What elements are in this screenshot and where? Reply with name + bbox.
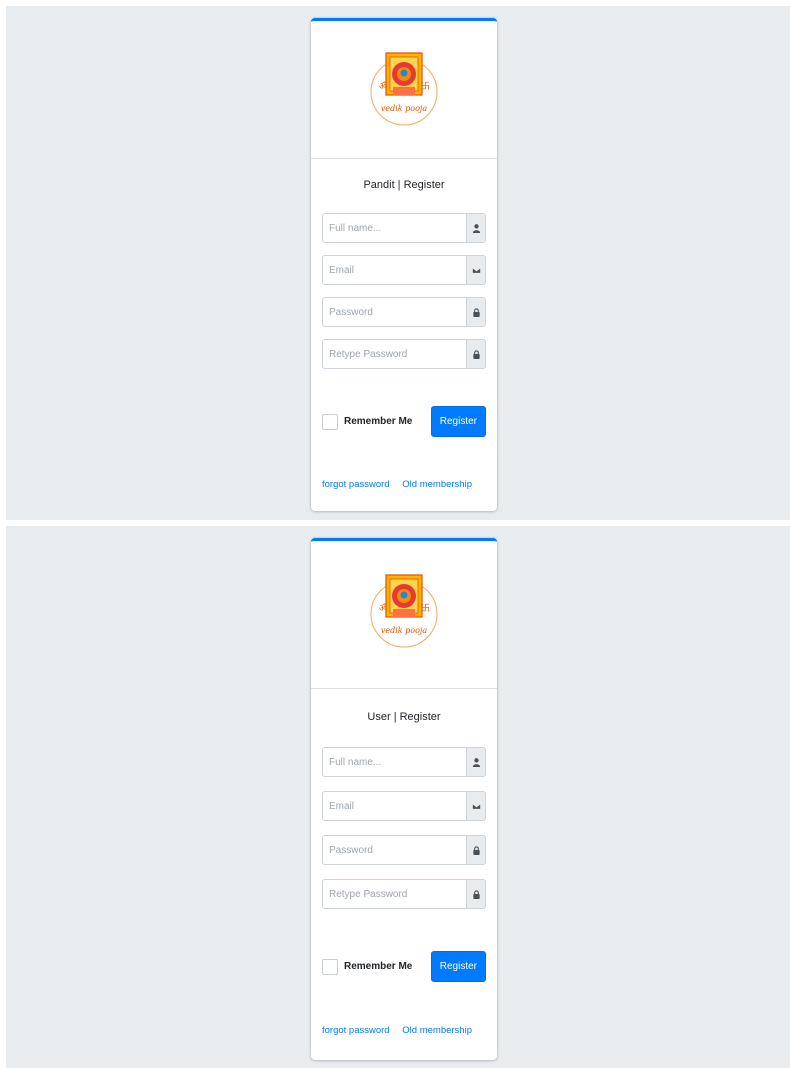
email-input[interactable] <box>322 255 466 285</box>
email-input[interactable] <box>322 791 466 821</box>
vedik-pooja-logo: ॐ 卐 vedik pooja <box>370 574 438 648</box>
form-title: Pandit | Register <box>363 179 445 191</box>
full-name-field <box>322 213 486 243</box>
vedik-pooja-logo: ॐ 卐 vedik pooja <box>370 52 438 126</box>
register-button[interactable]: Register <box>430 406 486 437</box>
full-name-input[interactable] <box>322 213 466 243</box>
logo-brand-text: vedik pooja <box>381 104 428 113</box>
email-field <box>322 255 486 285</box>
user-icon <box>466 213 486 243</box>
password-field <box>322 297 486 327</box>
om-symbol: ॐ <box>379 81 387 92</box>
old-membership-link[interactable]: Old membership <box>402 479 472 490</box>
password-field <box>322 835 486 865</box>
checkbox-box[interactable] <box>322 413 338 430</box>
lock-icon <box>466 297 486 327</box>
retype-password-field <box>322 879 486 909</box>
envelope-icon <box>466 791 486 821</box>
remember-me-label: Remember Me <box>344 416 413 427</box>
envelope-icon <box>466 255 486 285</box>
full-name-input[interactable] <box>322 747 466 777</box>
password-input[interactable] <box>322 297 466 327</box>
lock-icon <box>466 835 486 865</box>
lock-icon <box>466 339 486 369</box>
logo-brand-text: vedik pooja <box>381 626 428 635</box>
swastika-symbol: 卐 <box>421 603 430 614</box>
footer-links: forgot password Old membership <box>322 479 486 490</box>
lock-icon <box>466 879 486 909</box>
retype-password-input[interactable] <box>322 879 466 909</box>
footer-links: forgot password Old membership <box>322 1025 486 1036</box>
forgot-password-link[interactable]: forgot password <box>322 1025 390 1036</box>
om-symbol: ॐ <box>379 603 387 614</box>
remember-me-label: Remember Me <box>344 961 413 972</box>
remember-me-checkbox[interactable]: Remember Me <box>322 958 413 975</box>
form-actions: Remember Me Register <box>322 951 486 982</box>
user-icon <box>466 747 486 777</box>
old-membership-link[interactable]: Old membership <box>402 1025 472 1036</box>
form-actions: Remember Me Register <box>322 406 486 437</box>
retype-password-field <box>322 339 486 369</box>
user-register-panel: ॐ 卐 vedik pooja User | Register Remember <box>6 526 790 1068</box>
full-name-field <box>322 747 486 777</box>
logo-header: ॐ 卐 vedik pooja <box>311 21 497 159</box>
register-card: ॐ 卐 vedik pooja Pandit | Register Rememb… <box>311 18 497 511</box>
form-title: User | Register <box>367 711 441 723</box>
pandit-register-panel: ॐ 卐 vedik pooja Pandit | Register Rememb… <box>6 6 790 520</box>
forgot-password-link[interactable]: forgot password <box>322 479 390 490</box>
remember-me-checkbox[interactable]: Remember Me <box>322 413 413 430</box>
email-field <box>322 791 486 821</box>
checkbox-box[interactable] <box>322 958 338 975</box>
password-input[interactable] <box>322 835 466 865</box>
register-button[interactable]: Register <box>430 951 486 982</box>
register-card: ॐ 卐 vedik pooja User | Register Remember <box>311 538 497 1060</box>
swastika-symbol: 卐 <box>421 81 430 92</box>
logo-header: ॐ 卐 vedik pooja <box>311 541 497 689</box>
retype-password-input[interactable] <box>322 339 466 369</box>
